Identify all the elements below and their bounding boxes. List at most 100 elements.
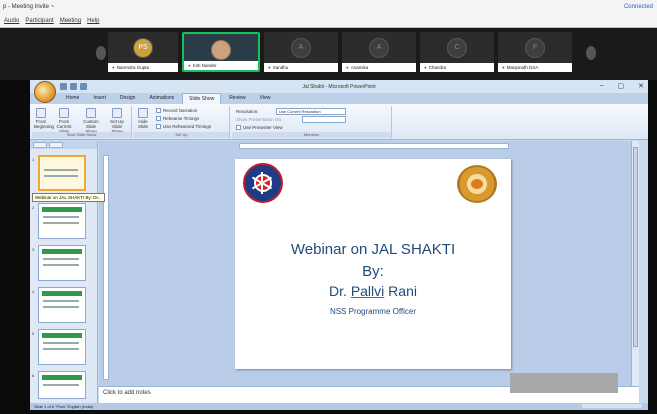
participant-name: ● Narendra Gupta [108, 63, 178, 72]
slide-number: 4 [32, 289, 35, 294]
ribbon-tabs: Home Insert Design Animations Slide Show… [30, 93, 648, 104]
menu-participant[interactable]: Participant [25, 18, 53, 24]
slides-pane: Webinar on JAL SHAKTI By: Dr... 1 2 3 4 … [30, 141, 105, 403]
video-feed [211, 40, 231, 60]
menu-audio[interactable]: Audio [4, 18, 19, 24]
slide-number: 5 [32, 331, 35, 336]
mic-icon: ● [188, 63, 191, 68]
slide-thumbnail[interactable] [38, 155, 86, 191]
slide-by: By: [362, 263, 384, 280]
slide-thumbnail[interactable] [38, 203, 86, 239]
close-button[interactable]: ✕ [638, 82, 644, 90]
custom-show-icon [86, 108, 96, 118]
menu-meeting[interactable]: Meeting [60, 18, 81, 24]
nss-logo [243, 163, 283, 203]
avatar: F [525, 38, 545, 58]
use-presenter-view-checkbox[interactable]: Use Presenter View [236, 125, 283, 131]
participant-tile[interactable]: F ● Manjunath DSA [498, 32, 572, 72]
participant-tile[interactable]: C ● Chandra [420, 32, 494, 72]
tab-slide-show[interactable]: Slide Show [182, 93, 222, 104]
status-bar: Slide 1 of 6 "Flow" English (India) [30, 403, 648, 410]
tab-home[interactable]: Home [60, 93, 85, 104]
set-up-slide-show-button[interactable]: Set Up Slide Show [106, 108, 128, 134]
slide-thumbnail[interactable] [38, 287, 86, 323]
thumb-text [43, 222, 79, 224]
thumb-text [43, 216, 79, 218]
thumb-text [43, 384, 79, 386]
vertical-scrollbar[interactable] [631, 141, 639, 386]
avatar: A [369, 38, 389, 58]
tab-view[interactable]: View [254, 93, 277, 104]
thumb-text [43, 258, 79, 260]
menu-help[interactable]: Help [87, 18, 99, 24]
participant-name: ● Chandra [420, 63, 494, 72]
meeting-menu-bar: Audio Participant Meeting Help [0, 15, 657, 28]
slide-number: 1 [32, 157, 35, 162]
slide-thumbnail[interactable] [38, 371, 86, 399]
participant-tile[interactable]: PS ● Narendra Gupta [108, 32, 178, 72]
participant-tile-active[interactable]: ● Kirti Nander [182, 32, 260, 72]
hide-slide-button[interactable]: Hide Slide [136, 108, 150, 129]
custom-slide-show-button[interactable]: Custom Slide Show [80, 108, 102, 134]
thumb-header [42, 249, 82, 254]
tab-animations[interactable]: Animations [143, 93, 180, 104]
group-start-slide-show: From Beginning From Current Slide Custom… [32, 106, 132, 138]
office-button-icon[interactable] [34, 81, 56, 103]
slideshow-icon [59, 108, 69, 118]
resolution-select[interactable]: Use Current Resolution [276, 108, 346, 115]
ppt-window-title: Jal Shakti - Microsoft PowerPoint [302, 84, 376, 90]
from-beginning-button[interactable]: From Beginning [34, 108, 54, 129]
participant-tile[interactable]: A ● Anamika [342, 32, 416, 72]
slide-canvas[interactable]: Webinar on JAL SHAKTI By: Dr. Pallvi Ran… [235, 159, 511, 369]
meeting-title: p - Meeting Invite ~ [3, 4, 55, 10]
group-set-up: Hide Slide Record Narration Rehearse Tim… [134, 106, 230, 138]
tab-design[interactable]: Design [114, 93, 142, 104]
show-on-select[interactable] [302, 116, 346, 123]
participant-name: ● Kirti Nander [184, 61, 258, 70]
screen: p - Meeting Invite ~ Connected Audio Par… [0, 0, 657, 414]
slideshow-icon [36, 108, 46, 118]
use-rehearsed-timings-checkbox[interactable]: Use Rehearsed Timings [156, 124, 211, 130]
scroll-right-icon[interactable] [586, 46, 596, 60]
record-narration-button[interactable]: Record Narration [156, 108, 197, 114]
show-presentation-on-label: Show Presentation On: [236, 117, 283, 122]
setup-icon [112, 108, 122, 118]
participant-name: ● Sandhu [264, 63, 338, 72]
participant-strip: PS ● Narendra Gupta ● Kirti Nander A ● Sand… [0, 28, 657, 80]
scroll-left-icon[interactable] [96, 46, 106, 60]
slide-editing-area: Webinar on JAL SHAKTI By: Dr. Pallvi Ran… [99, 141, 639, 386]
group-label: Start Slide Show [32, 132, 131, 138]
meeting-title-bar: p - Meeting Invite ~ Connected [0, 0, 657, 15]
thumb-header [42, 375, 82, 380]
thumb-header [42, 207, 82, 212]
outline-tab[interactable] [49, 142, 63, 148]
participant-tile[interactable]: A ● Sandhu [264, 32, 338, 72]
thumb-text [43, 342, 79, 344]
emblem-icon [471, 179, 483, 189]
mic-muted-icon: ● [502, 65, 505, 70]
zoom-slider[interactable] [582, 404, 642, 408]
tab-insert[interactable]: Insert [87, 93, 112, 104]
ppt-title-bar: Jal Shakti - Microsoft PowerPoint – ▢ ✕ [30, 80, 648, 93]
mic-muted-icon: ● [424, 65, 427, 70]
slide-thumbnail[interactable] [38, 329, 86, 365]
from-current-slide-button[interactable]: From Current Slide [54, 108, 74, 134]
thumb-text [43, 348, 79, 350]
thumb-text [44, 175, 78, 177]
powerpoint-window: Jal Shakti - Microsoft PowerPoint – ▢ ✕ … [30, 80, 648, 410]
maximize-button[interactable]: ▢ [618, 82, 625, 90]
slide-title: Webinar on JAL SHAKTI [290, 241, 456, 258]
thumb-text [43, 264, 79, 266]
group-monitors: Resolution: Use Current Resolution Show … [232, 106, 392, 138]
scroll-thumb[interactable] [633, 147, 638, 347]
resolution-label: Resolution: [236, 109, 259, 114]
slide-thumbnail[interactable] [38, 245, 86, 281]
slides-tab[interactable] [33, 142, 47, 148]
tab-review[interactable]: Review [223, 93, 251, 104]
minimize-button[interactable]: – [600, 82, 604, 90]
ribbon: From Beginning From Current Slide Custom… [30, 104, 648, 140]
thumb-text [43, 300, 79, 302]
rehearse-timings-button[interactable]: Rehearse Timings [156, 116, 199, 122]
slide-tooltip: Webinar on JAL SHAKTI By: Dr... [32, 193, 105, 202]
avatar: C [447, 38, 467, 58]
